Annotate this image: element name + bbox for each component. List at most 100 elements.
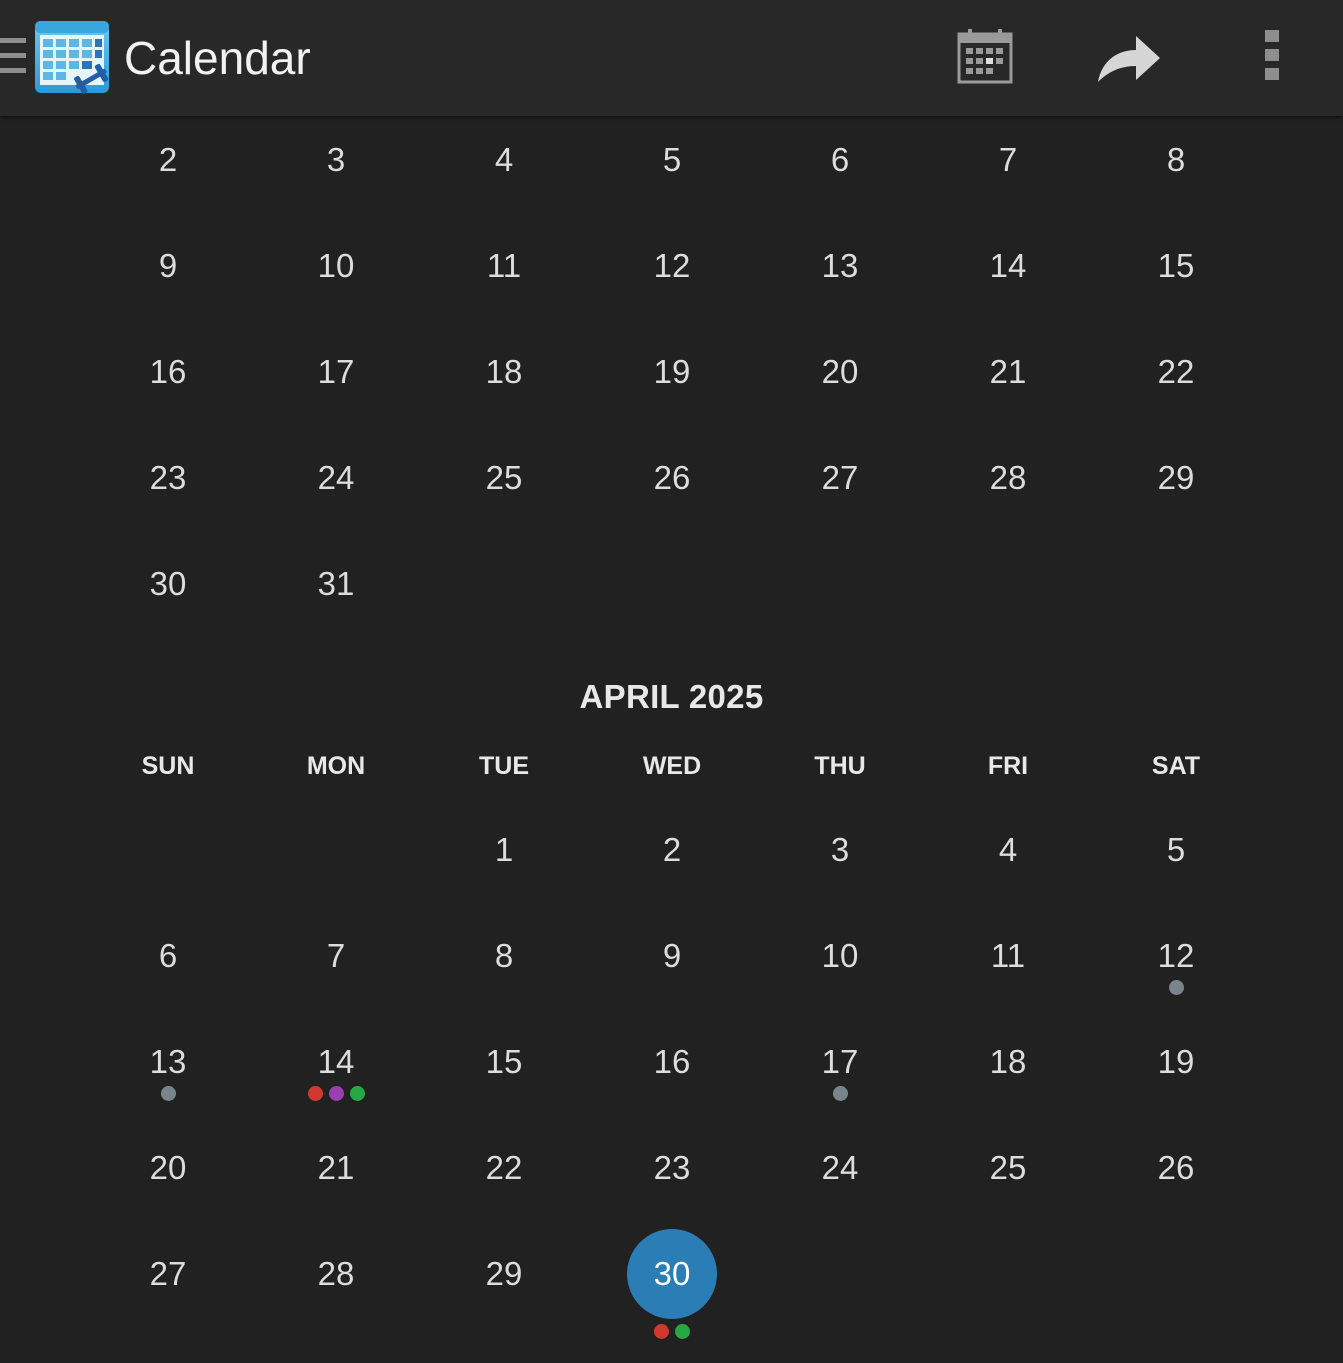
fitnotes-logo-icon[interactable] bbox=[34, 19, 110, 95]
day-cell[interactable]: 11 bbox=[444, 216, 564, 316]
day-cell[interactable]: 2 bbox=[108, 110, 228, 210]
day-number: 14 bbox=[317, 1043, 355, 1080]
day-cell[interactable]: 1 bbox=[444, 800, 564, 900]
day-number: 30 bbox=[149, 565, 187, 602]
day-cell[interactable]: 17 bbox=[276, 322, 396, 422]
day-cell[interactable]: 4 bbox=[444, 110, 564, 210]
day-cell-selected[interactable]: 30 bbox=[612, 1224, 732, 1339]
day-number: 14 bbox=[989, 247, 1027, 284]
day-cell[interactable]: 15 bbox=[1116, 216, 1236, 316]
day-cell[interactable]: 10 bbox=[780, 906, 900, 1006]
day-number: 6 bbox=[158, 937, 178, 974]
day-cell[interactable]: 20 bbox=[108, 1118, 228, 1218]
day-cell[interactable]: 17 bbox=[780, 1012, 900, 1112]
day-cell[interactable]: 13 bbox=[108, 1012, 228, 1112]
day-cell[interactable]: 25 bbox=[444, 428, 564, 528]
day-cell[interactable]: 20 bbox=[780, 322, 900, 422]
day-number: 24 bbox=[821, 1149, 859, 1186]
weekday-label: FRI bbox=[987, 752, 1029, 780]
day-number: 4 bbox=[494, 141, 514, 178]
day-cell[interactable]: 22 bbox=[1116, 322, 1236, 422]
day-cell[interactable]: 28 bbox=[276, 1224, 396, 1324]
day-number: 17 bbox=[317, 353, 355, 390]
day-cell[interactable]: 16 bbox=[612, 1012, 732, 1112]
day-cell[interactable]: 19 bbox=[1116, 1012, 1236, 1112]
day-cell[interactable]: 21 bbox=[276, 1118, 396, 1218]
day-cell[interactable]: 10 bbox=[276, 216, 396, 316]
share-button[interactable] bbox=[1092, 22, 1164, 94]
weekday-label: TUE bbox=[479, 752, 529, 780]
day-cell[interactable]: 14 bbox=[276, 1012, 396, 1112]
day-cell[interactable]: 3 bbox=[276, 110, 396, 210]
day-cell[interactable]: 29 bbox=[1116, 428, 1236, 528]
day-cell[interactable]: 22 bbox=[444, 1118, 564, 1218]
day-cell[interactable]: 29 bbox=[444, 1224, 564, 1324]
day-cell[interactable]: 13 bbox=[780, 216, 900, 316]
day-cell[interactable]: 6 bbox=[108, 906, 228, 1006]
day-cell[interactable]: 23 bbox=[108, 428, 228, 528]
day-cell[interactable]: 7 bbox=[948, 110, 1068, 210]
day-cell[interactable]: 27 bbox=[780, 428, 900, 528]
day-cell[interactable]: 26 bbox=[1116, 1118, 1236, 1218]
purple-workout-dot bbox=[328, 1086, 344, 1101]
day-number: 10 bbox=[821, 937, 859, 974]
day-cell[interactable]: 8 bbox=[1116, 110, 1236, 210]
day-cell[interactable]: 14 bbox=[948, 216, 1068, 316]
day-cell[interactable]: 7 bbox=[276, 906, 396, 1006]
day-number: 12 bbox=[653, 247, 691, 284]
day-number: 29 bbox=[1157, 459, 1195, 496]
green-workout-dot bbox=[349, 1086, 365, 1101]
day-number: 6 bbox=[830, 141, 850, 178]
day-cell[interactable]: 26 bbox=[612, 428, 732, 528]
overflow-menu-button[interactable] bbox=[1236, 22, 1308, 94]
day-number: 21 bbox=[989, 353, 1027, 390]
day-cell[interactable]: 8 bbox=[444, 906, 564, 1006]
day-cell[interactable]: 31 bbox=[276, 534, 396, 634]
day-number: 26 bbox=[1157, 1149, 1195, 1186]
gray-workout-dot bbox=[1168, 980, 1184, 995]
day-cell[interactable]: 15 bbox=[444, 1012, 564, 1112]
day-number: 25 bbox=[485, 459, 523, 496]
day-number: 3 bbox=[326, 141, 346, 178]
day-cell[interactable]: 5 bbox=[1116, 800, 1236, 900]
day-number: 21 bbox=[317, 1149, 355, 1186]
day-cell[interactable]: 12 bbox=[612, 216, 732, 316]
day-cell[interactable]: 2 bbox=[612, 800, 732, 900]
day-cell[interactable]: 28 bbox=[948, 428, 1068, 528]
day-number: 7 bbox=[998, 141, 1018, 178]
day-cell[interactable]: 27 bbox=[108, 1224, 228, 1324]
day-cell[interactable]: 24 bbox=[276, 428, 396, 528]
day-number: 7 bbox=[326, 937, 346, 974]
day-cell[interactable]: 3 bbox=[780, 800, 900, 900]
red-workout-dot bbox=[307, 1086, 323, 1101]
red-workout-dot bbox=[654, 1324, 669, 1339]
day-cell[interactable]: 9 bbox=[612, 906, 732, 1006]
weekday-label: WED bbox=[642, 752, 702, 780]
workout-markers bbox=[276, 1086, 396, 1101]
day-number: 4 bbox=[998, 831, 1018, 868]
day-cell[interactable]: 6 bbox=[780, 110, 900, 210]
day-number: 17 bbox=[821, 1043, 859, 1080]
day-cell[interactable]: 12 bbox=[1116, 906, 1236, 1006]
day-cell[interactable]: 23 bbox=[612, 1118, 732, 1218]
day-cell[interactable]: 4 bbox=[948, 800, 1068, 900]
day-cell[interactable]: 24 bbox=[780, 1118, 900, 1218]
day-cell[interactable]: 18 bbox=[444, 322, 564, 422]
day-number: 19 bbox=[1157, 1043, 1195, 1080]
day-number: 22 bbox=[1157, 353, 1195, 390]
day-cell[interactable]: 5 bbox=[612, 110, 732, 210]
day-number: 10 bbox=[317, 247, 355, 284]
day-cell[interactable]: 16 bbox=[108, 322, 228, 422]
day-cell[interactable]: 25 bbox=[948, 1118, 1068, 1218]
day-number: 16 bbox=[149, 353, 187, 390]
day-cell[interactable]: 30 bbox=[108, 534, 228, 634]
day-number: 24 bbox=[317, 459, 355, 496]
jump-to-today-button[interactable] bbox=[950, 22, 1022, 94]
day-cell[interactable]: 9 bbox=[108, 216, 228, 316]
day-cell[interactable]: 11 bbox=[948, 906, 1068, 1006]
day-cell[interactable]: 19 bbox=[612, 322, 732, 422]
day-cell[interactable]: 18 bbox=[948, 1012, 1068, 1112]
day-number: 23 bbox=[149, 459, 187, 496]
hamburger-menu-icon[interactable] bbox=[0, 38, 28, 78]
day-cell[interactable]: 21 bbox=[948, 322, 1068, 422]
